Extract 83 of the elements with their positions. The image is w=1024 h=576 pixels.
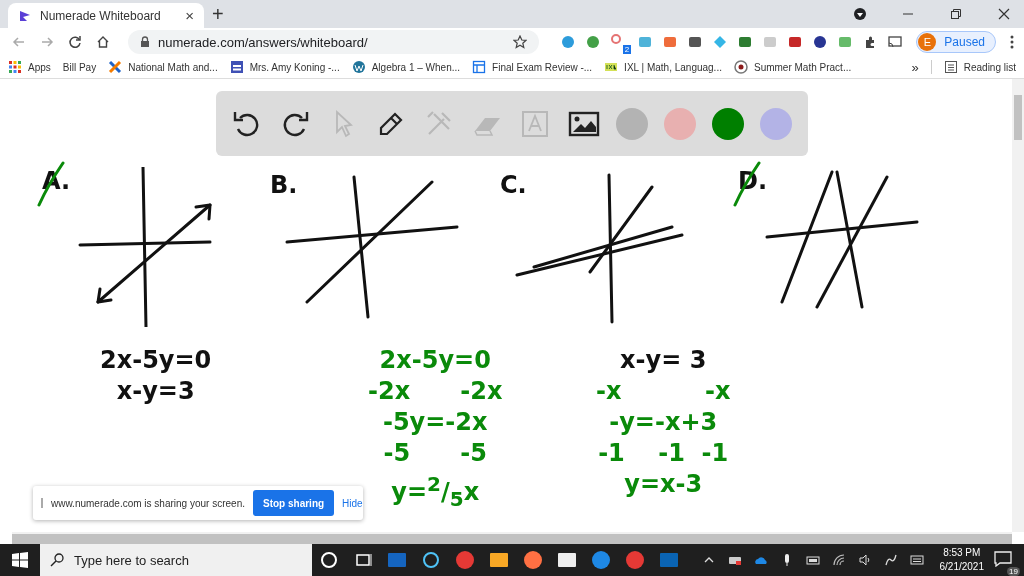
extension-icon[interactable] bbox=[688, 35, 703, 49]
list-icon bbox=[943, 60, 958, 74]
stop-sharing-button[interactable]: Stop sharing bbox=[253, 490, 335, 516]
disc-icon bbox=[733, 60, 748, 74]
handwritten-equation: x-y=3 bbox=[116, 376, 195, 407]
bookmark-link[interactable]: Apps bbox=[8, 60, 51, 74]
pen-icon[interactable] bbox=[883, 553, 898, 567]
sharing-message: www.numerade.com is sharing your screen. bbox=[51, 497, 245, 509]
bookmark-link[interactable]: Summer Math Pract... bbox=[733, 60, 852, 74]
option-label: C. bbox=[500, 171, 527, 199]
handwritten-equation: -5y=-2x bbox=[382, 407, 488, 438]
clock[interactable]: 8:53 PM 6/21/2021 bbox=[939, 546, 984, 574]
vertical-scrollbar[interactable] bbox=[1012, 79, 1024, 532]
bookmark-link[interactable]: Mrs. Amy Koning -... bbox=[229, 60, 340, 74]
extension-icon[interactable] bbox=[738, 35, 753, 49]
color-swatch[interactable] bbox=[616, 107, 648, 140]
circle-icon[interactable] bbox=[319, 550, 339, 570]
new-tab-button[interactable]: + bbox=[212, 2, 224, 26]
speaker-icon[interactable] bbox=[857, 553, 872, 567]
notification-count-badge: 19 bbox=[1007, 566, 1020, 576]
option-label: B. bbox=[270, 171, 298, 199]
app-icon[interactable] bbox=[557, 550, 577, 570]
keyboard-icon[interactable] bbox=[909, 553, 924, 567]
count-badge: 2 bbox=[622, 45, 632, 54]
lock-icon bbox=[140, 36, 150, 48]
logo-icon bbox=[18, 8, 32, 23]
search-icon bbox=[50, 553, 64, 567]
handwritten-equation: -y=-x+3 bbox=[609, 407, 718, 438]
profile-button[interactable]: E Paused bbox=[916, 31, 996, 53]
logo-icon bbox=[604, 60, 619, 74]
clock-date: 6/21/2021 bbox=[939, 560, 984, 574]
bookmark-link[interactable]: IXL | Math, Languag... bbox=[604, 60, 722, 74]
page-layout-icon bbox=[472, 60, 487, 74]
handwritten-equation: 2x-5y=0 bbox=[100, 345, 212, 376]
close-tab-button[interactable]: × bbox=[185, 7, 194, 24]
handwritten-equation: -5 -5 bbox=[383, 438, 487, 469]
handwritten-equation: -2x -2x bbox=[368, 376, 503, 407]
reload-icon[interactable] bbox=[68, 35, 82, 49]
hide-link[interactable]: Hide bbox=[342, 497, 363, 509]
address-bar[interactable]: numerade.com/answers/whiteboard/ bbox=[128, 30, 540, 54]
more-menu-icon[interactable] bbox=[1010, 35, 1014, 49]
app-icon[interactable] bbox=[489, 550, 509, 570]
home-icon[interactable] bbox=[96, 35, 110, 49]
handwritten-equation: y=x-3 bbox=[624, 469, 703, 500]
restore-icon[interactable] bbox=[950, 8, 962, 20]
battery-icon[interactable] bbox=[805, 553, 820, 567]
apps-grid-icon bbox=[8, 60, 22, 74]
search-field[interactable]: Type here to search bbox=[72, 551, 302, 569]
cast-icon[interactable] bbox=[888, 35, 903, 49]
taskbar-search-field[interactable]: Type here to search bbox=[40, 544, 312, 576]
globe-icon bbox=[351, 60, 366, 74]
circle-icon[interactable] bbox=[421, 550, 441, 570]
color-swatch[interactable] bbox=[712, 107, 744, 140]
color-swatch[interactable] bbox=[760, 107, 792, 140]
more-bookmarks-button[interactable]: » bbox=[911, 59, 919, 75]
wifi-icon[interactable] bbox=[831, 553, 846, 567]
color-swatch[interactable] bbox=[664, 107, 696, 140]
bookmark-link[interactable]: Algebra 1 – When... bbox=[351, 60, 461, 74]
scroll-thumb[interactable] bbox=[1014, 95, 1022, 140]
handwritten-equation: -1 -1 -1 bbox=[598, 438, 729, 469]
close-icon[interactable] bbox=[998, 8, 1010, 20]
star-icon[interactable] bbox=[513, 35, 528, 49]
dropdown-icon[interactable] bbox=[854, 8, 866, 20]
extension-icon[interactable] bbox=[813, 35, 828, 49]
notification-icon[interactable] bbox=[994, 550, 1012, 567]
calendar-icon bbox=[229, 60, 244, 74]
drag-handle-icon[interactable] bbox=[41, 498, 43, 508]
horizontal-scrollbar[interactable] bbox=[12, 532, 1012, 544]
browser-tab[interactable]: Numerade Whiteboard × bbox=[8, 3, 204, 28]
windows-logo-icon[interactable] bbox=[12, 552, 28, 568]
app-icon[interactable] bbox=[523, 550, 543, 570]
avatar: E bbox=[918, 33, 937, 51]
extension-icon[interactable] bbox=[788, 35, 803, 49]
handwritten-equation: x-y= 3 bbox=[620, 345, 707, 376]
handwritten-equation: 2x-5y=0 bbox=[379, 345, 491, 376]
clock-time: 8:53 PM bbox=[943, 546, 981, 560]
bookmark-link[interactable]: National Math and... bbox=[108, 60, 218, 74]
handwritten-equation: -x -x bbox=[596, 376, 731, 407]
bookmark-link[interactable]: Bill Pay bbox=[62, 61, 97, 73]
handwritten-equation: y=$^{2}$/$_{5}$x bbox=[391, 471, 480, 513]
reading-list-button[interactable]: Reading list bbox=[943, 60, 1016, 74]
bookmark-link[interactable]: Final Exam Review -... bbox=[472, 60, 593, 74]
cross-icon bbox=[108, 60, 123, 74]
